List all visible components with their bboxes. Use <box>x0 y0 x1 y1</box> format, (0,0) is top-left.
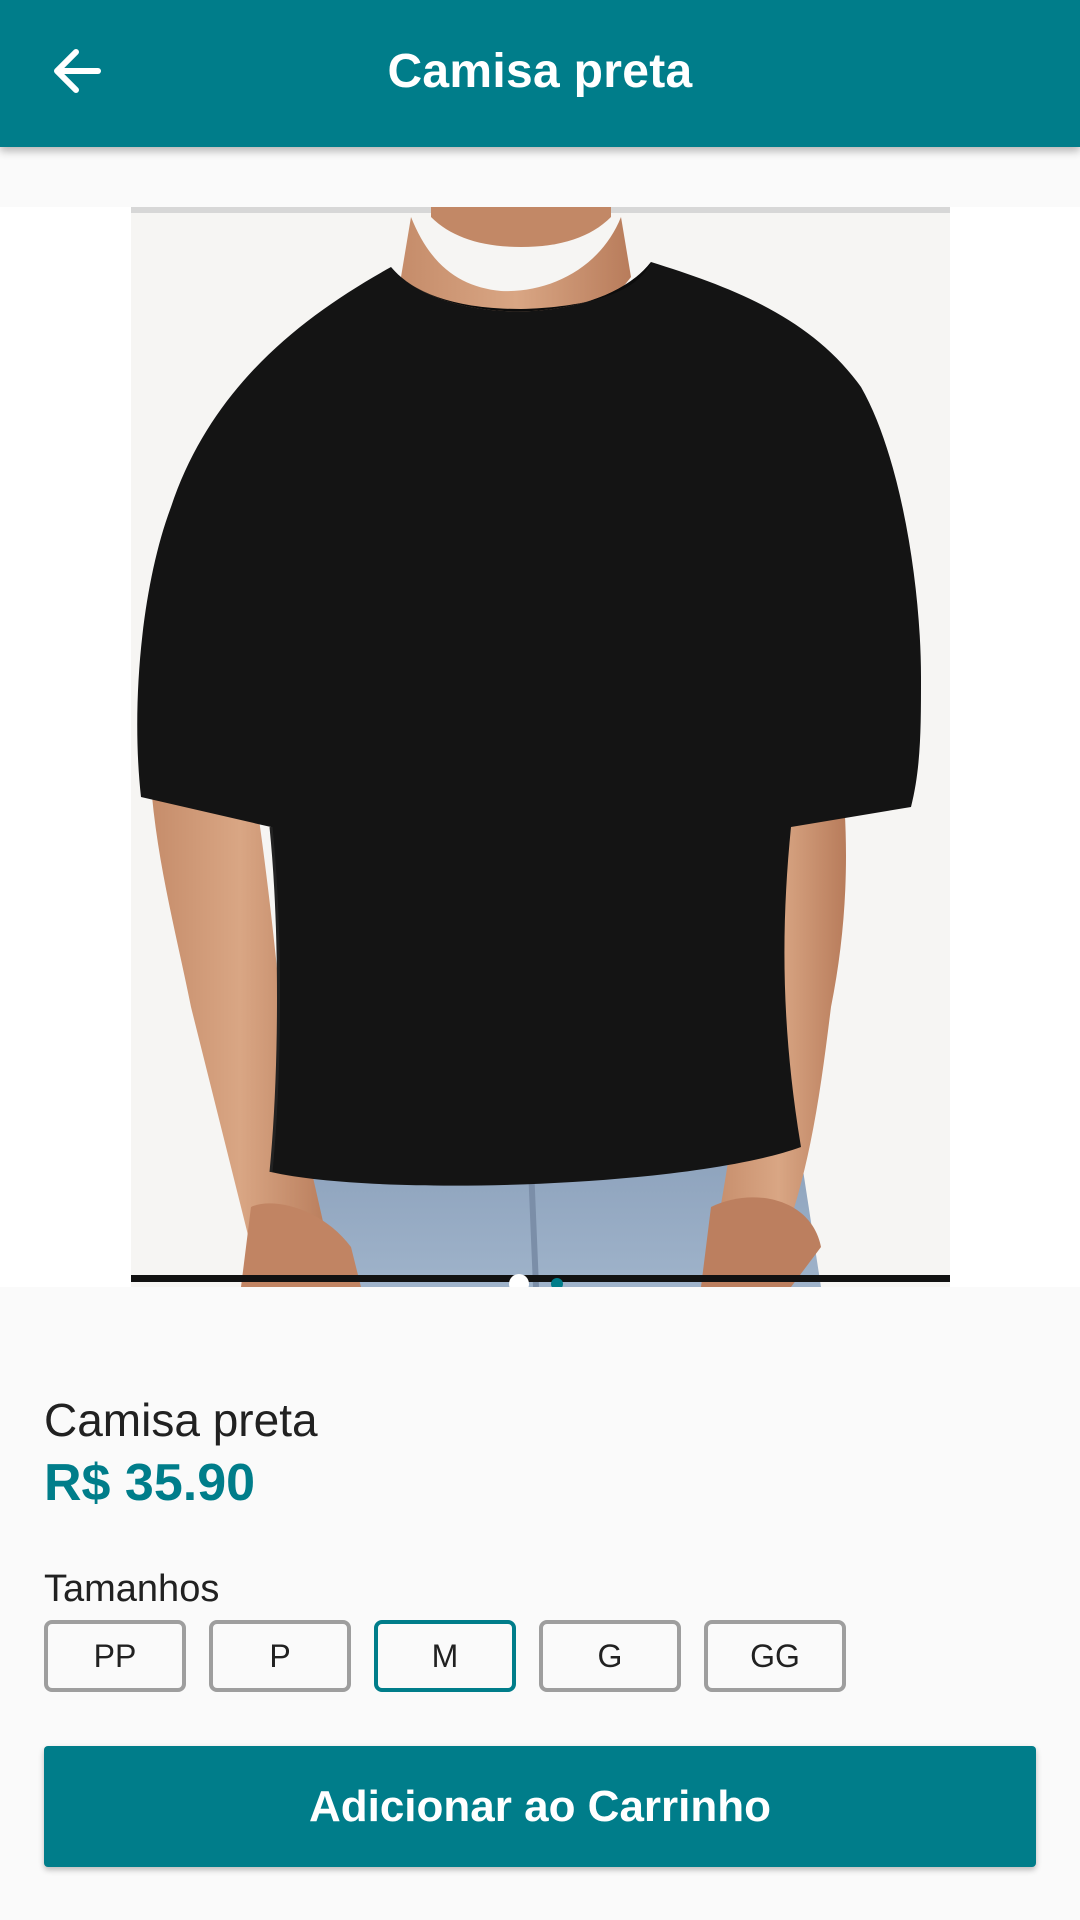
size-option-gg[interactable]: GG <box>704 1620 846 1692</box>
page-title: Camisa preta <box>387 45 693 98</box>
app-bar: Camisa preta <box>0 0 1080 147</box>
product-price: R$ 35.90 <box>44 1454 256 1512</box>
carousel-dot[interactable] <box>551 1278 563 1287</box>
size-option-g[interactable]: G <box>539 1620 681 1692</box>
size-option-p[interactable]: P <box>209 1620 351 1692</box>
product-name: Camisa preta <box>44 1394 318 1446</box>
product-image-carousel[interactable] <box>0 207 1080 1287</box>
product-image <box>131 207 950 1287</box>
size-option-m[interactable]: M <box>374 1620 516 1692</box>
add-to-cart-button[interactable]: Adicionar ao Carrinho <box>44 1746 1036 1867</box>
carousel-indicator <box>0 1274 1080 1287</box>
size-option-pp[interactable]: PP <box>44 1620 186 1692</box>
sizes-label: Tamanhos <box>44 1568 220 1610</box>
carousel-dot-active[interactable] <box>509 1274 529 1287</box>
